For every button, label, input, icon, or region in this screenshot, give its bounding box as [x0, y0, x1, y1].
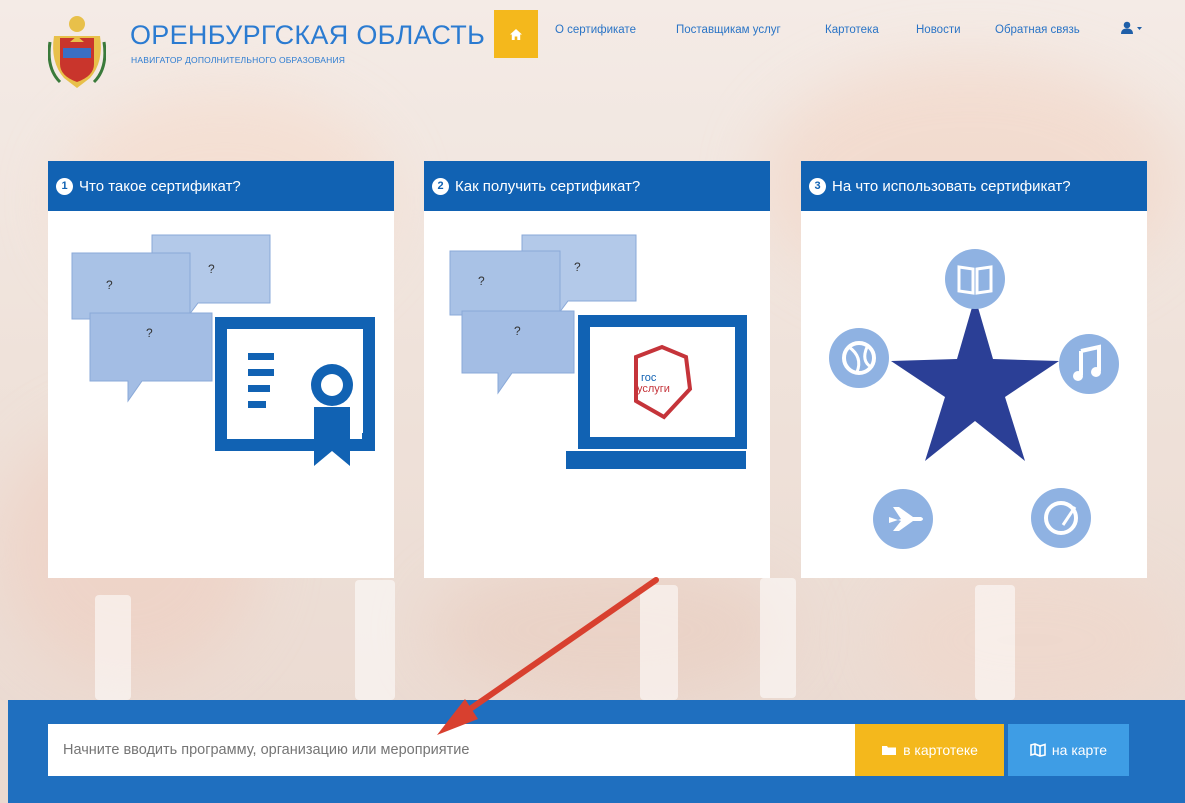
step-number: 2 — [432, 177, 449, 195]
svg-text:?: ? — [106, 278, 113, 292]
coat-of-arms-icon[interactable] — [48, 12, 106, 92]
nav-providers[interactable]: Поставщикам услуг — [676, 24, 781, 36]
svg-text:?: ? — [146, 326, 153, 340]
card-how-to-get-certificate: 2 Как получить сертификат? ? ? ? гос усл… — [424, 161, 770, 578]
laptop-gosuslugi-icon: ? ? ? гос услуги — [449, 234, 747, 469]
site-header: ОРЕНБУРГСКАЯ ОБЛАСТЬ НАВИГАТОР ДОПОЛНИТЕ… — [0, 0, 1185, 100]
music-icon — [1059, 334, 1119, 394]
card-title: Что такое сертификат? — [79, 177, 241, 195]
card-title: На что использовать сертификат? — [832, 177, 1071, 195]
plane-icon — [873, 489, 933, 549]
nav-news[interactable]: Новости — [916, 24, 961, 36]
card-how-to-use-certificate: 3 На что использовать сертификат? — [801, 161, 1147, 578]
svg-text:?: ? — [208, 262, 215, 276]
background-shape — [640, 585, 678, 700]
site-title[interactable]: ОРЕНБУРГСКАЯ ОБЛАСТЬ — [130, 20, 485, 51]
palette-icon — [1031, 488, 1091, 548]
svg-text:?: ? — [478, 274, 485, 288]
user-menu[interactable] — [1120, 21, 1144, 40]
star-activities-icon — [829, 249, 1119, 549]
certificate-icon: ? ? ? — [71, 234, 375, 466]
background-shape — [355, 580, 395, 700]
book-icon — [945, 249, 1005, 309]
card-header[interactable]: 3 На что использовать сертификат? — [801, 161, 1147, 211]
site-subtitle: НАВИГАТОР ДОПОЛНИТЕЛЬНОГО ОБРАЗОВАНИЯ — [131, 55, 346, 65]
background-shape — [95, 595, 131, 700]
card-header[interactable]: 2 Как получить сертификат? — [424, 161, 770, 211]
user-icon — [1121, 21, 1142, 34]
nav-feedback[interactable]: Обратная связь — [995, 24, 1080, 36]
map-button-label: на карте — [1051, 742, 1108, 758]
search-input[interactable] — [48, 724, 855, 776]
chevron-down-icon — [1137, 27, 1142, 30]
background-blur — [880, 560, 1180, 720]
background-blur — [430, 560, 790, 700]
catalog-button-label: в картотеке — [903, 742, 978, 758]
folder-search-icon — [882, 746, 897, 755]
home-icon — [510, 28, 522, 40]
card-what-is-certificate: 1 Что такое сертификат? ? ? ? — [48, 161, 394, 578]
step-number: 1 — [56, 177, 73, 195]
home-button[interactable] — [494, 10, 538, 58]
step-number: 3 — [809, 177, 826, 195]
card-header[interactable]: 1 Что такое сертификат? — [48, 161, 394, 211]
ball-icon — [829, 328, 889, 388]
card-title: Как получить сертификат? — [455, 177, 641, 195]
nav-catalog[interactable]: Картотека — [825, 24, 879, 36]
search-in-catalog-button[interactable]: в картотеке — [855, 724, 1004, 776]
search-on-map-button[interactable]: на карте — [1008, 724, 1129, 776]
gosuslugi-logo-line2: услуги — [637, 383, 670, 395]
svg-text:?: ? — [574, 260, 581, 274]
background-shape — [975, 585, 1015, 700]
map-icon — [1030, 743, 1046, 757]
svg-text:?: ? — [514, 324, 521, 338]
background-shape — [760, 578, 796, 698]
nav-about-certificate[interactable]: О сертификате — [555, 24, 636, 36]
